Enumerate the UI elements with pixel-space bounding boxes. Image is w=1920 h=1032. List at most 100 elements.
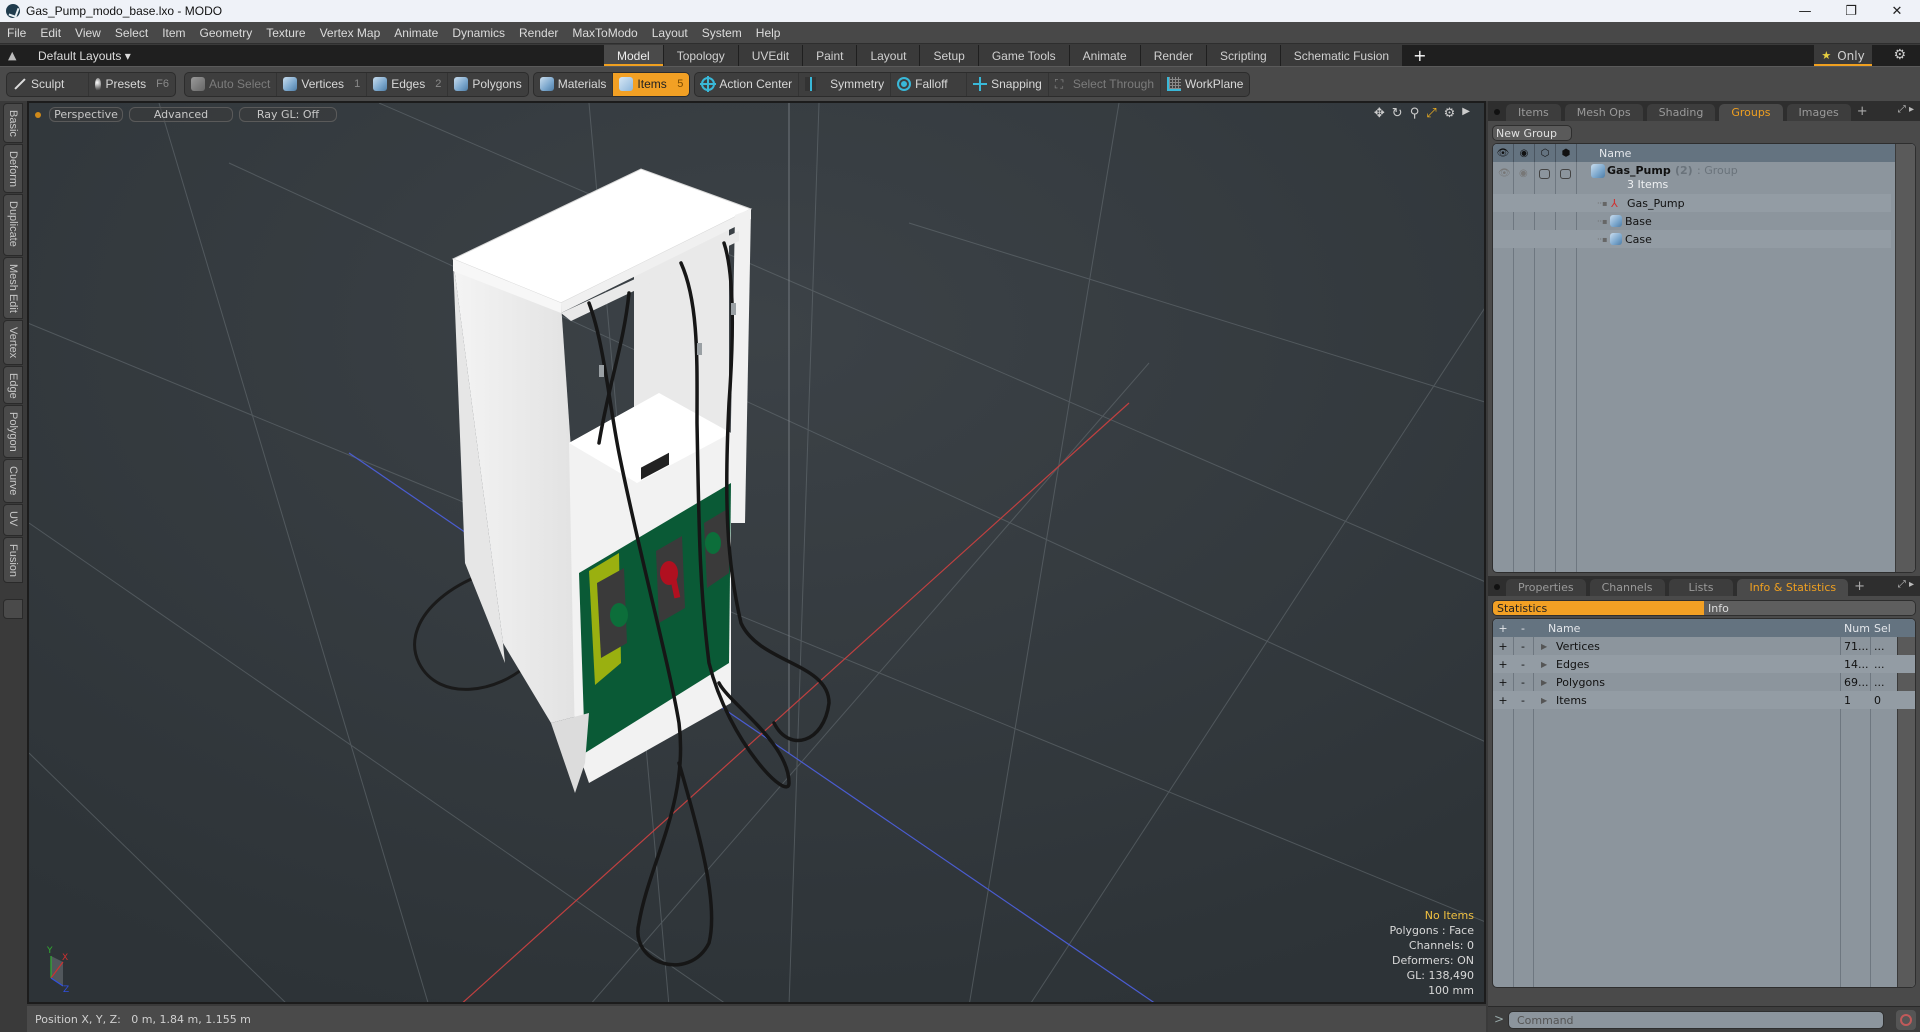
tab-groups[interactable]: Groups [1719, 104, 1783, 121]
presets-button[interactable]: Presets F6 [89, 73, 175, 96]
tab-shading[interactable]: Shading [1646, 104, 1716, 121]
expand-arrow-icon[interactable]: ▶ [1541, 660, 1547, 669]
left-tab-duplicate[interactable]: Duplicate [3, 194, 23, 256]
3d-viewport[interactable]: Perspective Advanced Ray GL: Off ✥ ↻ ⚲ ⤢… [27, 101, 1486, 1004]
vertices-mode-button[interactable]: Vertices 1 [277, 72, 368, 96]
only-toggle[interactable]: ★ Only [1814, 45, 1872, 66]
add-tab-button[interactable]: + [1852, 579, 1869, 596]
row-render-icon[interactable]: ◉ [1519, 168, 1528, 179]
left-tab-edge[interactable]: Edge [3, 366, 23, 404]
groups-scrollbar[interactable] [1895, 144, 1915, 572]
row-select-toggle[interactable] [1560, 169, 1571, 179]
lock-column-icon[interactable]: ⬡ [1535, 144, 1556, 162]
panel-options-dot[interactable] [1494, 584, 1500, 590]
menu-vertex-map[interactable]: Vertex Map [313, 26, 388, 40]
expand-arrow-icon[interactable]: ▶ [1541, 678, 1547, 687]
menu-render[interactable]: Render [512, 26, 565, 40]
edges-mode-button[interactable]: Edges 2 [367, 72, 449, 96]
expand-arrow-icon[interactable]: ▶ [1541, 696, 1547, 705]
menu-layout[interactable]: Layout [645, 26, 695, 40]
layout-tab-animate[interactable]: Animate [1069, 45, 1141, 66]
panel-expand-icon[interactable]: ⤢ ▸ [1898, 579, 1914, 590]
tab-items[interactable]: Items [1506, 104, 1561, 121]
panel-expand-icon[interactable]: ⤢ ▸ [1898, 104, 1914, 115]
menu-maxtomodo[interactable]: MaxToModo [565, 26, 644, 40]
left-tab-mesh-edit[interactable]: Mesh Edit [3, 257, 23, 319]
menu-dynamics[interactable]: Dynamics [445, 26, 512, 40]
view-mode-button[interactable]: Perspective [49, 107, 123, 122]
sculpt-button[interactable]: Sculpt [7, 72, 89, 96]
viewport-options-dot[interactable] [35, 111, 41, 118]
stats-row-vertices[interactable]: + - ▶ Vertices 71... ... [1493, 637, 1915, 655]
panel-options-dot[interactable] [1494, 109, 1500, 115]
tab-info-statistics[interactable]: Info & Statistics [1737, 579, 1849, 596]
record-macro-button[interactable] [1896, 1010, 1916, 1030]
select-add-button[interactable]: + [1493, 676, 1513, 689]
row-visibility-eye-icon[interactable]: 👁 [1498, 168, 1511, 179]
layout-tab-model[interactable]: Model [604, 45, 664, 66]
collapse-all-header[interactable]: - [1513, 622, 1533, 635]
expand-arrow-icon[interactable]: ▶ [1541, 642, 1547, 651]
shading-mode-button[interactable]: Advanced [129, 107, 233, 122]
menu-help[interactable]: Help [749, 26, 788, 40]
left-tab-vertex[interactable]: Vertex [3, 320, 23, 365]
pan-icon[interactable]: ✥ [1374, 106, 1385, 121]
subtab-statistics[interactable]: Statistics [1493, 601, 1704, 615]
add-tab-button[interactable]: + [1855, 104, 1872, 121]
collapse-up-icon[interactable]: ▲ [8, 49, 22, 62]
layout-tab-uvedit[interactable]: UVEdit [738, 45, 804, 66]
left-tab-curve[interactable]: Curve [3, 459, 23, 503]
row-lock-toggle[interactable] [1539, 169, 1550, 179]
default-layouts-dropdown[interactable]: Default Layouts ▾ [38, 49, 131, 63]
visibility-column-eye-icon[interactable]: 👁 [1493, 144, 1514, 162]
layout-tab-topology[interactable]: Topology [663, 45, 739, 66]
tab-images[interactable]: Images [1786, 104, 1851, 121]
polygons-mode-button[interactable]: Polygons [448, 73, 527, 96]
layout-tab-setup[interactable]: Setup [920, 45, 979, 66]
items-mode-button[interactable]: Items 5 [613, 72, 690, 96]
maximize-viewport-icon[interactable]: ⤢ [1426, 106, 1436, 121]
group-row-gas-pump[interactable]: 👁 ◉ Gas_Pump (2) : Group 3 Items [1493, 162, 1891, 194]
menu-animate[interactable]: Animate [387, 26, 445, 40]
stats-row-polygons[interactable]: + - ▶ Polygons 69... ... [1493, 673, 1915, 691]
viewport-settings-gear-icon[interactable]: ⚙ [1444, 106, 1456, 121]
zoom-icon[interactable]: ⚲ [1410, 106, 1420, 121]
viewport-more-arrow-icon[interactable]: ▶ [1462, 106, 1470, 121]
tab-lists[interactable]: Lists [1668, 579, 1734, 596]
restore-button[interactable]: ❐ [1828, 0, 1874, 22]
menu-edit[interactable]: Edit [33, 26, 68, 40]
menu-file[interactable]: File [0, 26, 33, 40]
left-tab-fusion[interactable]: Fusion [3, 537, 23, 583]
falloff-button[interactable]: Falloff [891, 72, 968, 96]
select-remove-button[interactable]: - [1513, 676, 1533, 689]
group-child-row[interactable]: ··▪ ⅄ Gas_Pump [1493, 194, 1891, 212]
layout-tab-game-tools[interactable]: Game Tools [978, 45, 1070, 66]
layout-tab-paint[interactable]: Paint [803, 45, 858, 66]
left-tab-uv[interactable]: UV [3, 504, 23, 536]
select-add-button[interactable]: + [1493, 658, 1513, 671]
action-center-button[interactable]: Action Center [695, 72, 800, 96]
menu-select[interactable]: Select [108, 26, 155, 40]
stats-row-items[interactable]: + - ▶ Items 1 0 [1493, 691, 1915, 709]
layout-tab-layout[interactable]: Layout [857, 45, 921, 66]
new-group-button[interactable]: New Group [1492, 125, 1572, 141]
tab-properties[interactable]: Properties [1506, 579, 1586, 596]
layout-tab-render[interactable]: Render [1140, 45, 1208, 66]
gear-icon[interactable]: ⚙ [1893, 47, 1906, 63]
menu-item[interactable]: Item [155, 26, 192, 40]
menu-view[interactable]: View [68, 26, 108, 40]
render-column-camera-icon[interactable]: ◉ [1514, 144, 1535, 162]
menu-geometry[interactable]: Geometry [193, 26, 260, 40]
tab-channels[interactable]: Channels [1589, 579, 1665, 596]
left-tab-basic[interactable]: Basic [3, 103, 23, 143]
left-tab-deform[interactable]: Deform [3, 144, 23, 193]
group-child-row[interactable]: ··▪ Base [1493, 212, 1891, 230]
raygl-button[interactable]: Ray GL: Off [239, 107, 337, 122]
select-remove-button[interactable]: - [1513, 640, 1533, 653]
select-through-button[interactable]: ⛶ Select Through [1049, 72, 1161, 96]
symmetry-button[interactable]: Symmetry [799, 72, 892, 96]
menu-texture[interactable]: Texture [259, 26, 312, 40]
select-remove-button[interactable]: - [1513, 694, 1533, 707]
left-tab-extra[interactable] [3, 599, 23, 619]
select-column-icon[interactable]: ⬢ [1556, 144, 1577, 162]
